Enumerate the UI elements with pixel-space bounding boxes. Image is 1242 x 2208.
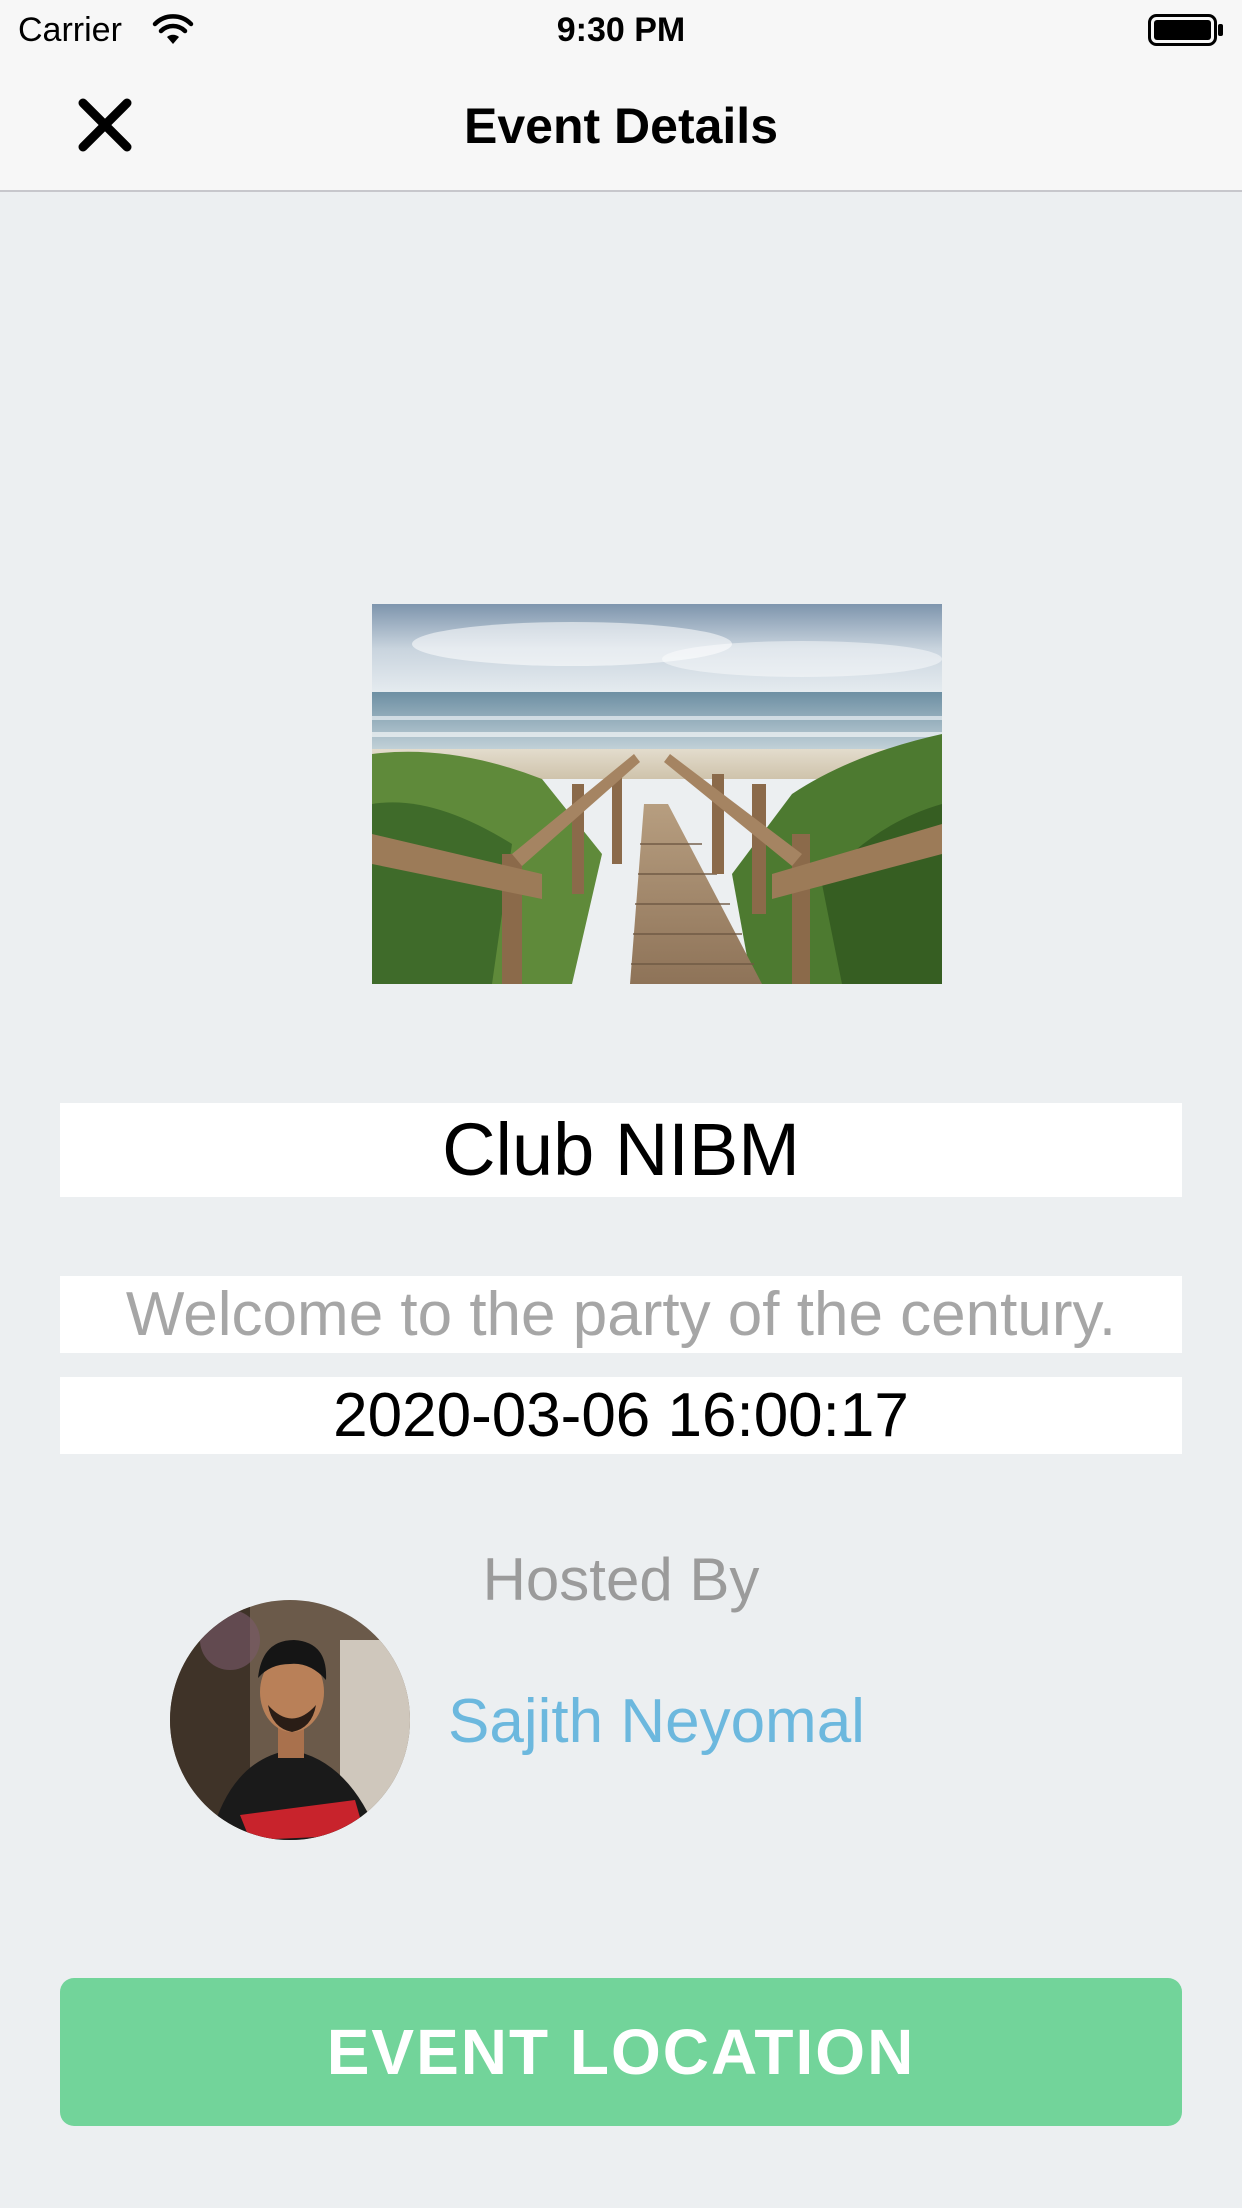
hosted-by-label: Hosted By — [482, 1546, 760, 1613]
status-bar: Carrier 9:30 PM — [0, 0, 1242, 60]
battery-icon — [1148, 14, 1223, 46]
event-title-field: Club NIBM — [60, 1103, 1182, 1197]
event-image — [372, 604, 942, 984]
page-title: Event Details — [463, 98, 778, 154]
host-avatar-image — [170, 1600, 410, 1840]
event-photo — [372, 604, 942, 984]
event-location-button[interactable]: EVENT LOCATION — [60, 1978, 1182, 2126]
host-name-link[interactable]: Sajith Neyomal — [448, 1686, 865, 1758]
navigation-bar: Event Details — [0, 60, 1242, 192]
status-time: 9:30 PM — [556, 11, 686, 49]
host-avatar — [170, 1600, 410, 1840]
event-description-field: Welcome to the party of the century. — [60, 1276, 1182, 1353]
event-datetime-field: 2020-03-06 16:00:17 — [60, 1377, 1182, 1454]
